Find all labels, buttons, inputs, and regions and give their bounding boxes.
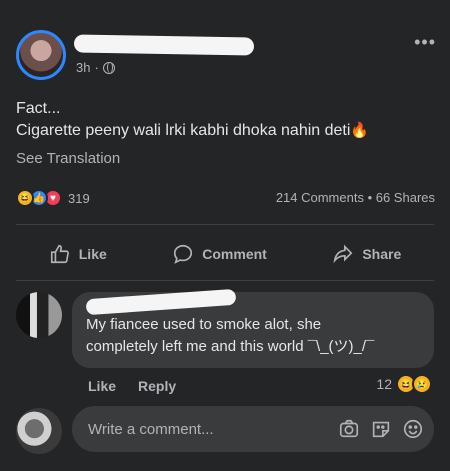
- author-name-redaction: [73, 34, 255, 56]
- post-text: Fact... Cigarette peeny wali lrki kabhi …: [16, 98, 436, 142]
- sad-reaction-icon: 😢: [412, 374, 432, 394]
- globe-icon: [102, 61, 115, 74]
- thumbs-up-icon: [50, 244, 69, 264]
- share-arrow-icon: [333, 244, 353, 264]
- post-text-line-1: Fact...: [16, 100, 61, 117]
- commenter-name-redaction: [85, 288, 237, 316]
- share-button[interactable]: Share: [332, 243, 401, 265]
- camera-icon[interactable]: [338, 418, 360, 440]
- like-button[interactable]: Like: [49, 243, 107, 265]
- composer-icons: [338, 418, 424, 440]
- comment-button[interactable]: Comment: [172, 243, 267, 265]
- comment-reply-button[interactable]: Reply: [138, 378, 176, 394]
- post-timestamp[interactable]: 3h ·: [76, 60, 115, 75]
- separator-dot: ·: [94, 60, 99, 75]
- see-translation-link[interactable]: See Translation: [16, 150, 120, 167]
- share-label: Share: [362, 246, 402, 262]
- comment-actions: Like Reply: [88, 378, 176, 394]
- emoji-icon[interactable]: [402, 418, 424, 440]
- comment-text-line-1: My fiancee used to smoke alot, she: [86, 316, 322, 333]
- comment-composer: [16, 406, 436, 456]
- comment-like-button[interactable]: Like: [88, 378, 116, 394]
- reaction-count: 319: [68, 190, 90, 206]
- comment-reaction-count: 12: [376, 376, 392, 392]
- comment-share-counts[interactable]: 214 Comments • 66 Shares: [276, 190, 435, 205]
- comment-text: My fiancee used to smoke alot, she compl…: [86, 314, 426, 358]
- reaction-summary[interactable]: 😆 👍 ♥ 319: [16, 188, 90, 208]
- post-text-line-2-text: Cigarette peeny wali lrki kabhi dhoka na…: [16, 122, 351, 139]
- post-text-line-2: Cigarette peeny wali lrki kabhi dhoka na…: [16, 120, 436, 142]
- post-actions: Like Comment Share: [16, 232, 434, 276]
- fire-emoji-icon: 🔥: [350, 122, 370, 139]
- like-label: Like: [78, 246, 107, 262]
- sticker-icon[interactable]: [370, 418, 392, 440]
- divider-top: [16, 224, 434, 225]
- comment-bubble-icon: [174, 244, 193, 264]
- divider-bottom: [16, 280, 434, 281]
- comment-text-line-2: completely left me and this world ¯\_(ツ)…: [86, 338, 375, 355]
- commenter-avatar[interactable]: [16, 292, 62, 338]
- time-text: 3h: [76, 60, 91, 75]
- post-header: 3h · •••: [16, 30, 436, 80]
- comment-reactions[interactable]: 12 😆 😢: [376, 374, 432, 394]
- author-avatar[interactable]: [16, 30, 66, 80]
- comment-label: Comment: [202, 246, 267, 262]
- comment-bubble: My fiancee used to smoke alot, she compl…: [72, 288, 434, 368]
- more-options-icon[interactable]: •••: [414, 32, 436, 53]
- haha-reaction-icon: 😆: [16, 189, 34, 207]
- current-user-avatar: [16, 408, 62, 454]
